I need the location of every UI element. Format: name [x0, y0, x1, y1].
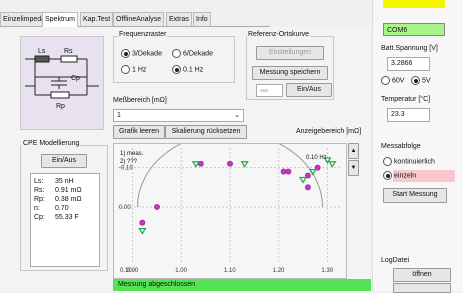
tab-offlineanalyse[interactable]: OfflineAnalyse — [113, 12, 165, 26]
top-status-indicator — [383, 0, 445, 8]
x-tick-label: 1.20 — [273, 268, 285, 274]
frequency-annotation: 0.10 Hz — [306, 155, 327, 161]
data-point-circle — [285, 168, 292, 175]
open-log-button[interactable]: öffnen — [393, 268, 451, 282]
legend-entry: 1) meas. — [120, 151, 144, 157]
battery-voltage-value: 3.2866 — [387, 57, 430, 71]
x-tick-label: 0.90 — [127, 268, 139, 274]
data-point-triangle — [308, 168, 317, 176]
reference-toggle-button[interactable]: Ein/Aus — [286, 83, 332, 97]
cpe-value-rs: 0.91 mΩ — [55, 187, 82, 194]
reference-curve-title: Referenz-Ortskurve — [247, 31, 311, 38]
x-tick-label: 1.10 — [224, 268, 236, 274]
data-point-triangle — [240, 161, 249, 168]
radio-1-hz[interactable]: 1 Hz — [121, 65, 146, 75]
radio-3-per-decade[interactable]: 3/Dekade — [121, 49, 162, 59]
reference-field[interactable]: aus — [256, 84, 283, 97]
chevron-down-icon: ⌄ — [234, 112, 240, 119]
cpe-label-rs: Rs: — [34, 187, 45, 194]
cpe-value-rp: 0.38 mΩ — [55, 196, 82, 203]
display-range-label: Anzeigebereich [mΩ] — [296, 128, 362, 135]
chart-up-icon[interactable]: ▲ — [348, 143, 359, 159]
tab-bar: Einzelimpedanz Spektrum Kap.Test Offline… — [0, 12, 270, 27]
frequency-grid-title: Frequenzraster — [118, 31, 168, 38]
battery-voltage-label: Batt.Spannung [V] — [381, 45, 438, 52]
settings-button[interactable]: Einstellungen — [256, 46, 324, 60]
temperature-label: Temperatur [°C] — [381, 96, 431, 103]
range-label: Meßbereich [mΩ] — [113, 97, 167, 104]
data-point-triangle — [191, 161, 200, 168]
log-extra-button[interactable] — [393, 283, 451, 293]
data-point-circle — [227, 160, 233, 167]
cpe-label-ls: Ls: — [34, 178, 44, 185]
radio-0-1-hz[interactable]: 0.1 Hz — [172, 65, 203, 75]
temperature-value: 23.3 — [387, 108, 430, 122]
data-point-triangle — [328, 161, 337, 168]
tab-extras[interactable]: Extras — [166, 12, 192, 26]
cpe-label-rp: Rp: — [34, 196, 45, 203]
radio-6-per-decade[interactable]: 6/Dekade — [172, 49, 213, 59]
circuit-label-ls: Ls — [38, 48, 46, 55]
circuit-label-rs: Rs — [64, 48, 73, 55]
y-tick-label: -0.10 — [119, 166, 133, 172]
reset-scale-button[interactable]: Skalierung rücksetzen — [165, 125, 247, 139]
clear-graph-button[interactable]: Grafik leeren — [113, 125, 165, 139]
save-measurement-button[interactable]: Messung speichern — [252, 66, 328, 80]
radio-single[interactable]: einzeln — [383, 171, 416, 181]
frequency-grid-group — [113, 36, 235, 83]
cpe-toggle-button[interactable]: Ein/Aus — [41, 154, 87, 168]
tab-kaptest[interactable]: Kap.Test — [80, 12, 114, 26]
data-point-circle — [154, 204, 160, 210]
data-point-circle — [280, 168, 287, 175]
circuit-diagram-icon — [25, 55, 99, 99]
cpe-value-n: 0.70 — [55, 205, 69, 212]
cpe-values-box: Ls: Rs: Rp: n: Cp: 35 nH 0.91 mΩ 0.38 mΩ… — [30, 173, 100, 267]
sequence-title: Messabfolge — [381, 143, 421, 150]
cpe-label-n: n: — [34, 205, 40, 212]
cpe-label-cp: Cp: — [34, 214, 45, 221]
status-bar: Messung abgeschlossen — [113, 279, 371, 291]
cpe-model-title: CPE Modellierung — [22, 140, 81, 147]
circuit-label-rp: Rp — [56, 103, 65, 110]
device-port[interactable]: COM6 — [383, 23, 445, 36]
nyquist-plot-svg: 0.100.90 1.00 1.10 1.20 1.30-0.100.001) meas… — [118, 144, 342, 274]
legend-entry: 2) ??? — [120, 159, 138, 165]
cpe-value-ls: 35 nH — [55, 178, 74, 185]
data-point-circle — [139, 219, 146, 226]
log-file-title: LogDatei — [381, 257, 410, 264]
y-tick-label: 0.00 — [119, 205, 131, 211]
range-select[interactable]: 1 ⌄ — [113, 109, 244, 122]
x-tick-label: 1.30 — [321, 268, 333, 274]
radio-continuous[interactable]: kontinuierlich — [383, 157, 435, 167]
equivalent-circuit: Ls Rs Cp Rp — [20, 36, 104, 130]
x-tick-label: 1.00 — [175, 268, 187, 274]
nyquist-chart[interactable]: 0.10 0.90 1.00 1.10 1.20 1.30 -0.10 0.00 1) meas… — [113, 143, 347, 279]
circuit-label-cp: Cp — [71, 75, 80, 82]
right-panel: COM6 Batt.Spannung [V] 3.2866 60V 5V Tem… — [372, 0, 463, 293]
radio-5v[interactable]: 5V — [411, 76, 431, 86]
radio-60v[interactable]: 60V — [381, 76, 404, 86]
data-point-triangle — [138, 227, 147, 235]
start-measurement-button[interactable]: Start Messung — [383, 188, 447, 203]
cpe-value-cp: 55.33 F — [55, 214, 79, 221]
chart-down-icon[interactable]: ▼ — [348, 160, 359, 176]
data-point-triangle — [298, 176, 308, 184]
data-point-circle — [305, 184, 311, 191]
tab-spektrum[interactable]: Spektrum — [42, 12, 78, 27]
range-value: 1 — [117, 112, 121, 119]
tab-info[interactable]: Info — [193, 12, 211, 26]
